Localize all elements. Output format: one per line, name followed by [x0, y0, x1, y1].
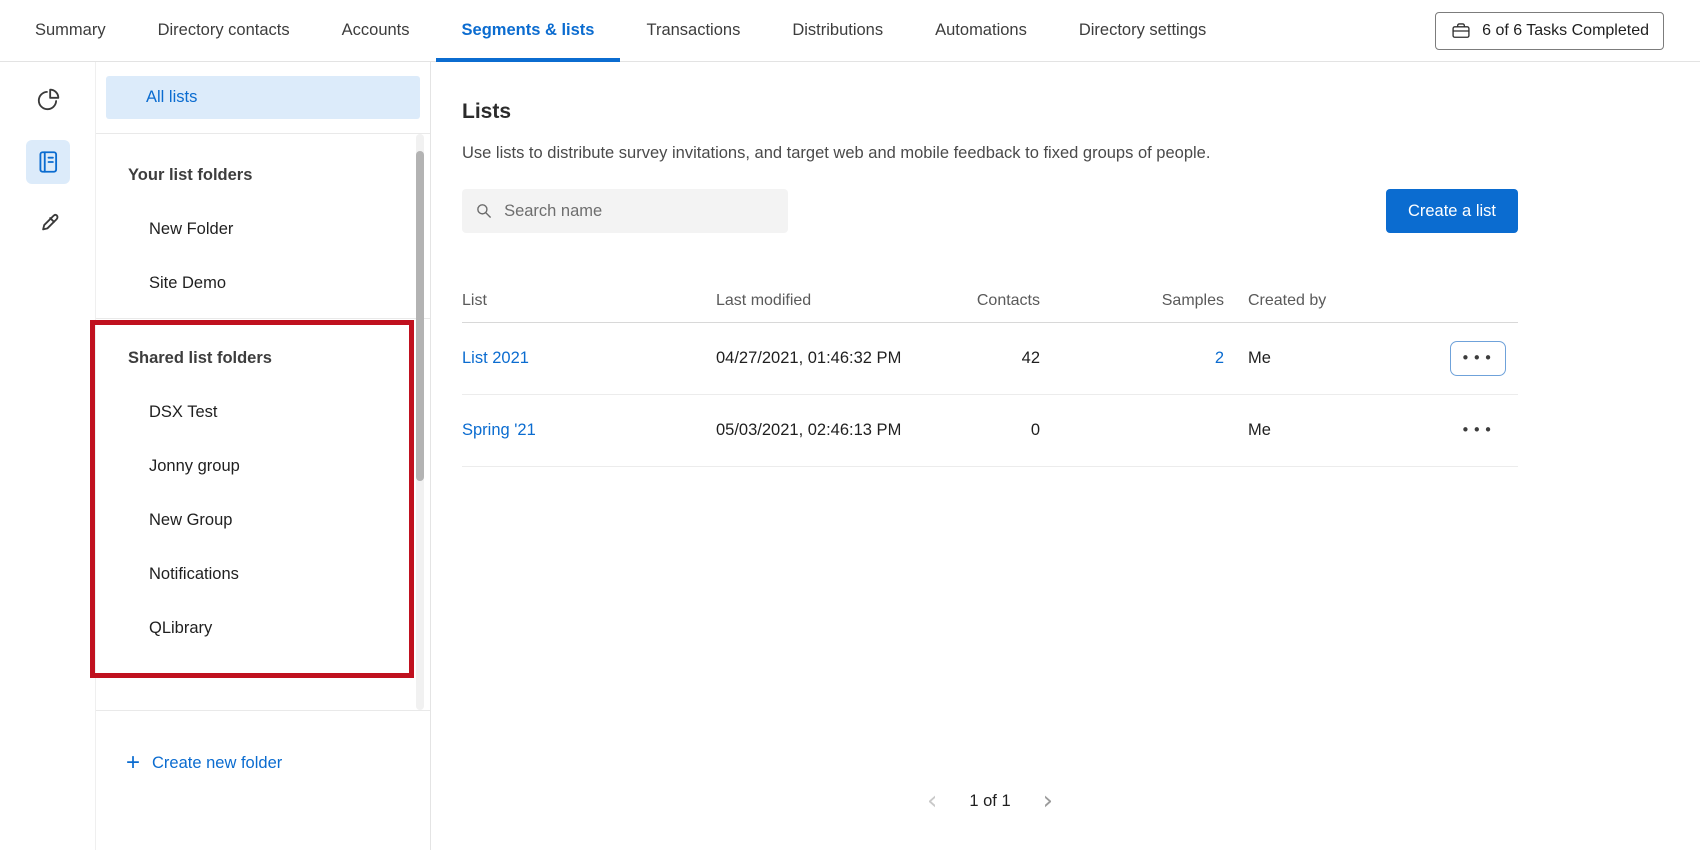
- created-by-cell: Me: [1224, 349, 1438, 368]
- list-name-link[interactable]: Spring '21: [462, 421, 716, 440]
- create-new-folder-label: Create new folder: [152, 754, 282, 773]
- tab-automations[interactable]: Automations: [909, 0, 1053, 61]
- sidebar-item-all-lists[interactable]: All lists: [106, 76, 420, 119]
- lists-table: List Last modified Contacts Samples Crea…: [462, 279, 1518, 467]
- top-navigation: Summary Directory contacts Accounts Segm…: [0, 0, 1700, 62]
- tab-bar: Summary Directory contacts Accounts Segm…: [35, 0, 1232, 61]
- folder-item-dsx-test[interactable]: DSX Test: [96, 385, 430, 439]
- contacts-cell: 0: [964, 421, 1040, 440]
- tab-segments-and-lists[interactable]: Segments & lists: [436, 0, 621, 61]
- shared-list-folders-heading: Shared list folders: [96, 331, 430, 385]
- notebook-icon: [35, 149, 61, 175]
- lists-main-panel: Lists Use lists to distribute survey inv…: [432, 62, 1700, 850]
- folder-item-notifications[interactable]: Notifications: [96, 547, 430, 601]
- sidebar-scrollbar[interactable]: [416, 134, 424, 710]
- tools-button[interactable]: [26, 202, 70, 246]
- icon-rail: [0, 62, 95, 850]
- folder-item-qlibrary[interactable]: QLibrary: [96, 601, 430, 655]
- table-row: Spring '21 05/03/2021, 02:46:13 PM 0 Me …: [462, 395, 1518, 467]
- column-header-list: List: [462, 292, 716, 310]
- search-box[interactable]: [462, 189, 788, 233]
- row-options-ellipsis-button[interactable]: •••: [1452, 416, 1504, 445]
- tab-accounts[interactable]: Accounts: [316, 0, 436, 61]
- folder-item-new-group[interactable]: New Group: [96, 493, 430, 547]
- samples-link[interactable]: 2: [1040, 349, 1224, 368]
- last-modified-cell: 05/03/2021, 02:46:13 PM: [716, 421, 964, 440]
- page-title: Lists: [462, 100, 1664, 124]
- pagination: ‹ 1 of 1 ›: [462, 788, 1518, 814]
- column-header-samples: Samples: [1040, 292, 1224, 310]
- pie-chart-icon: [35, 87, 61, 113]
- create-a-list-button[interactable]: Create a list: [1386, 189, 1518, 233]
- list-toolbar: Create a list: [462, 189, 1518, 233]
- next-page-chevron[interactable]: ›: [1039, 788, 1057, 814]
- page-description: Use lists to distribute survey invitatio…: [462, 144, 1664, 163]
- page-indicator: 1 of 1: [969, 792, 1010, 811]
- your-list-folders-section: Your list folders New Folder Site Demo: [96, 134, 430, 310]
- lists-sidebar: All lists Your list folders New Folder S…: [95, 62, 431, 850]
- tab-transactions[interactable]: Transactions: [620, 0, 766, 61]
- list-name-link[interactable]: List 2021: [462, 349, 716, 368]
- folder-item-jonny-group[interactable]: Jonny group: [96, 439, 430, 493]
- plus-icon: +: [126, 751, 140, 775]
- tab-summary[interactable]: Summary: [35, 0, 132, 61]
- row-actions: •••: [1438, 416, 1518, 445]
- table-row: List 2021 04/27/2021, 01:46:32 PM 42 2 M…: [462, 323, 1518, 395]
- tab-distributions[interactable]: Distributions: [766, 0, 909, 61]
- table-header-row: List Last modified Contacts Samples Crea…: [462, 279, 1518, 323]
- tasks-completed-label: 6 of 6 Tasks Completed: [1482, 22, 1649, 40]
- tab-directory-settings[interactable]: Directory settings: [1053, 0, 1232, 61]
- row-actions: •••: [1438, 341, 1518, 376]
- created-by-cell: Me: [1224, 421, 1438, 440]
- your-list-folders-heading: Your list folders: [96, 148, 430, 202]
- search-input[interactable]: [504, 202, 775, 221]
- folder-item-site-demo[interactable]: Site Demo: [96, 256, 430, 310]
- segments-pie-chart-button[interactable]: [26, 78, 70, 122]
- search-icon: [475, 201, 493, 221]
- contacts-cell: 42: [964, 349, 1040, 368]
- sidebar-scrollbar-thumb[interactable]: [416, 151, 424, 481]
- sidebar-footer: + Create new folder: [96, 710, 430, 850]
- column-header-contacts: Contacts: [964, 292, 1040, 310]
- last-modified-cell: 04/27/2021, 01:46:32 PM: [716, 349, 964, 368]
- briefcase-icon: [1450, 21, 1472, 41]
- column-header-created-by: Created by: [1224, 292, 1438, 310]
- tasks-completed-button[interactable]: 6 of 6 Tasks Completed: [1435, 12, 1664, 50]
- folder-item-new-folder[interactable]: New Folder: [96, 202, 430, 256]
- previous-page-chevron[interactable]: ‹: [923, 788, 941, 814]
- shared-list-folders-section: Shared list folders DSX Test Jonny group…: [96, 319, 430, 655]
- eyedropper-icon: [35, 211, 61, 237]
- row-options-ellipsis-button[interactable]: •••: [1450, 341, 1506, 376]
- column-header-last-modified: Last modified: [716, 292, 964, 310]
- lists-notebook-button[interactable]: [26, 140, 70, 184]
- tab-directory-contacts[interactable]: Directory contacts: [132, 0, 316, 61]
- folder-list: Your list folders New Folder Site Demo S…: [96, 133, 430, 710]
- create-new-folder-button[interactable]: + Create new folder: [126, 751, 282, 775]
